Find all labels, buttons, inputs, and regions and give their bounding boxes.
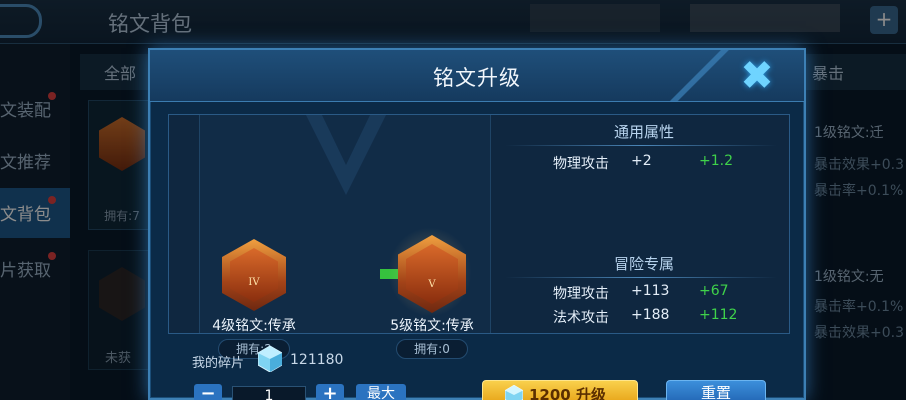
upgrade-panel: IV 4级铭文:传承 拥有:2 V 5级铭文:传承 拥有:0 通用属性 物理攻击… xyxy=(168,114,790,359)
max-button[interactable]: 最大 xyxy=(356,384,406,400)
divider xyxy=(505,277,777,278)
general-attributes-title: 通用属性 xyxy=(613,123,674,141)
decrease-button[interactable]: − xyxy=(194,384,222,400)
rune-level-mark: V xyxy=(428,279,436,290)
attribute-name: 法术攻击 xyxy=(553,310,609,326)
rune-compare-area: IV 4级铭文:传承 拥有:2 V 5级铭文:传承 拥有:0 xyxy=(199,115,491,359)
attribute-name: 物理攻击 xyxy=(553,286,609,302)
rune-face xyxy=(406,244,458,304)
upgrade-button-label: 1200 升级 xyxy=(529,386,606,400)
rune-upgrade-dialog: 铭文升级 ✖ IV 4级铭文:传承 拥有:2 V 5级铭文:传承 拥有:0 通用… xyxy=(148,48,806,400)
reset-button[interactable]: 重置 xyxy=(666,380,766,400)
divider xyxy=(505,145,777,146)
attribute-increase: +112 xyxy=(699,307,738,323)
next-rune-name: 5级铭文:传承 xyxy=(390,318,474,334)
crystal-icon xyxy=(258,346,282,372)
attribute-increase: +67 xyxy=(699,283,729,299)
current-rune-name: 4级铭文:传承 xyxy=(212,318,296,334)
close-icon[interactable]: ✖ xyxy=(734,56,780,96)
shards-label: 我的碎片 xyxy=(192,356,245,371)
dialog-header: 铭文升级 ✖ xyxy=(150,50,804,102)
adventure-attributes-title: 冒险专属 xyxy=(613,255,674,273)
attribute-name: 物理攻击 xyxy=(553,156,609,172)
crystal-icon xyxy=(505,385,523,400)
current-rune-icon: IV xyxy=(222,239,286,311)
quantity-input[interactable]: 1 xyxy=(232,386,306,400)
attribute-value: +2 xyxy=(631,153,652,169)
increase-button[interactable]: + xyxy=(316,384,344,400)
rune-face xyxy=(230,248,278,302)
attribute-value: +188 xyxy=(631,307,670,323)
attribute-increase: +1.2 xyxy=(699,153,733,169)
rune-level-mark: IV xyxy=(248,277,260,288)
dialog-title: 铭文升级 xyxy=(433,66,521,90)
next-rune-owned: 拥有:0 xyxy=(396,339,468,359)
attribute-value: +113 xyxy=(631,283,670,299)
upgrade-button[interactable]: 1200 升级 xyxy=(482,380,638,400)
shards-count: 121180 xyxy=(290,352,344,368)
